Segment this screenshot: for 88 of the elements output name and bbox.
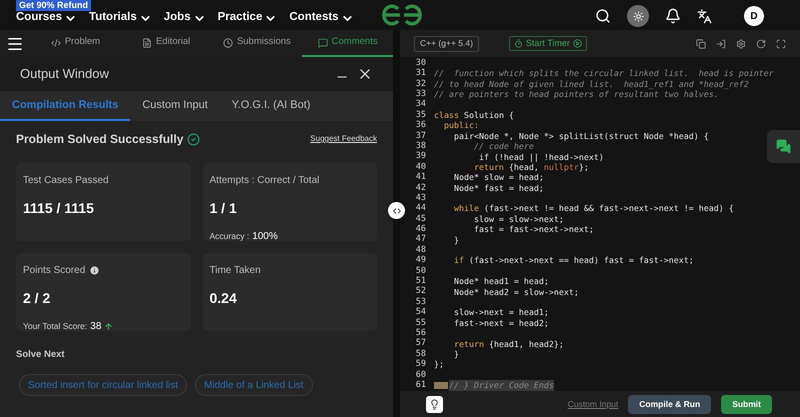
line-number: 46 — [414, 223, 427, 234]
stat-label: Points Scored — [23, 264, 86, 278]
promo-badge[interactable]: Get 90% Refund — [16, 0, 92, 11]
code-line: pair<Node *, Node *> splitList(struct Node *head) { — [452, 130, 709, 142]
line-number: 37 — [414, 130, 427, 142]
code-line: class Solution { — [434, 110, 514, 120]
code-line: Node* slow = head; — [452, 172, 544, 183]
note-value: 100% — [252, 230, 278, 244]
stat-label: Attempts : Correct / Total — [210, 174, 320, 188]
line-number: 51 — [414, 275, 427, 286]
line-number: 31 — [414, 67, 427, 80]
section-heading: Solve Next — [16, 348, 66, 362]
output-tab[interactable]: Y.O.G.I. (AI Bot) — [220, 91, 322, 121]
line-number: 45 — [414, 212, 427, 224]
code-line: fast = fast->next->next; — [472, 224, 594, 235]
code-line: // function which splits the circular linked list. head is pointer — [434, 68, 774, 79]
custom-input-link[interactable]: Custom Input — [568, 398, 618, 410]
avatar[interactable]: D — [744, 6, 764, 26]
line-number: 59 — [414, 358, 427, 370]
line-number: 53 — [414, 296, 427, 308]
code-line: Node* head2 = slow->next; — [452, 286, 579, 297]
line-number: 47 — [414, 233, 427, 246]
problem-tab[interactable]: Problem — [30, 30, 121, 57]
stat-label: Time Taken — [210, 264, 261, 278]
nav-menu[interactable]: Courses — [16, 9, 78, 27]
nav-menu[interactable]: Contests — [289, 9, 354, 27]
line-number: 30 — [414, 56, 427, 68]
line-number: 42 — [414, 182, 427, 194]
code-line: fast->next = head2; — [452, 318, 549, 328]
code-line: if (fast->next->next == head) fast = fast->next; — [452, 255, 694, 266]
line-number: 52 — [414, 285, 427, 298]
line-number: 43 — [414, 192, 427, 204]
nav-menu[interactable]: Tutorials — [89, 9, 152, 27]
line-number: 50 — [414, 264, 427, 276]
line-number: 35 — [414, 108, 427, 120]
window-title: Output Window — [20, 65, 109, 84]
code-line: return {head1, head2}; — [452, 338, 564, 349]
code-line: slow->next = head1; — [452, 307, 549, 318]
status-heading: Problem Solved Successfully — [16, 131, 184, 148]
line-number: 55 — [414, 316, 427, 328]
stat-value: 2 / 2 — [23, 289, 50, 308]
line-number: 44 — [414, 202, 427, 214]
problem-tab[interactable]: Submissions — [212, 30, 302, 57]
code-line: // are pointers to head pointers of resultant two halves. — [434, 89, 719, 100]
line-number: 61 — [414, 378, 427, 392]
code-line: // to head Node of given lined list. head1_ref1 and *head_ref2 — [434, 78, 749, 90]
note-value: 38 — [90, 320, 102, 334]
line-number: 39 — [414, 150, 427, 162]
stat-value: 1 / 1 — [210, 199, 237, 218]
line-number: 48 — [414, 244, 427, 256]
line-number: 38 — [414, 140, 427, 152]
code-line: } — [452, 234, 459, 246]
code-line: }; — [434, 359, 444, 370]
stat-value: 0.24 — [210, 289, 237, 308]
note-label: Your Total Score: — [23, 320, 88, 333]
code-line: public: — [442, 120, 479, 131]
code-line: while (fast->next != head && fast->next->next != head) { — [452, 203, 734, 214]
line-number: 56 — [414, 326, 427, 338]
line-number: 54 — [414, 306, 427, 318]
problem-tab[interactable]: Editorial — [120, 30, 212, 57]
feedback-link[interactable]: Suggest Feedback — [310, 133, 377, 145]
note-label: Accuracy : — [210, 230, 250, 243]
code-line: Node* head1 = head; — [452, 276, 549, 287]
code-line: return {head, nullptr}; — [472, 162, 589, 172]
submit-button[interactable]: Submit — [721, 394, 772, 414]
line-number: 49 — [414, 254, 427, 266]
nav-menu[interactable]: Jobs — [164, 9, 206, 27]
language-select[interactable]: C++ (g++ 5.4) — [414, 36, 479, 52]
stat-label: Test Cases Passed — [23, 174, 109, 188]
line-number: 60 — [414, 368, 427, 380]
code-line: // code here — [472, 141, 534, 152]
code-line: if (!head || !head->next) — [478, 152, 604, 162]
nav-menu[interactable]: Practice — [218, 9, 278, 27]
line-number: 34 — [414, 98, 427, 110]
line-number: 41 — [414, 171, 427, 184]
code-line: Node* fast = head; — [452, 182, 544, 194]
line-number: 57 — [414, 337, 427, 350]
stat-value: 1115 / 1115 — [23, 199, 94, 218]
line-number: 58 — [414, 348, 427, 360]
line-number: 40 — [414, 160, 427, 172]
code-line: slow = slow->next; — [472, 214, 564, 224]
line-number: 33 — [414, 88, 427, 100]
start-timer-button[interactable]: Start Timer — [508, 36, 587, 51]
compile-run-button[interactable]: Compile & Run — [628, 394, 712, 414]
output-tab[interactable]: Custom Input — [130, 91, 220, 121]
line-number: 36 — [414, 119, 427, 132]
code-line: } — [452, 348, 459, 360]
line-number: 32 — [414, 78, 427, 90]
